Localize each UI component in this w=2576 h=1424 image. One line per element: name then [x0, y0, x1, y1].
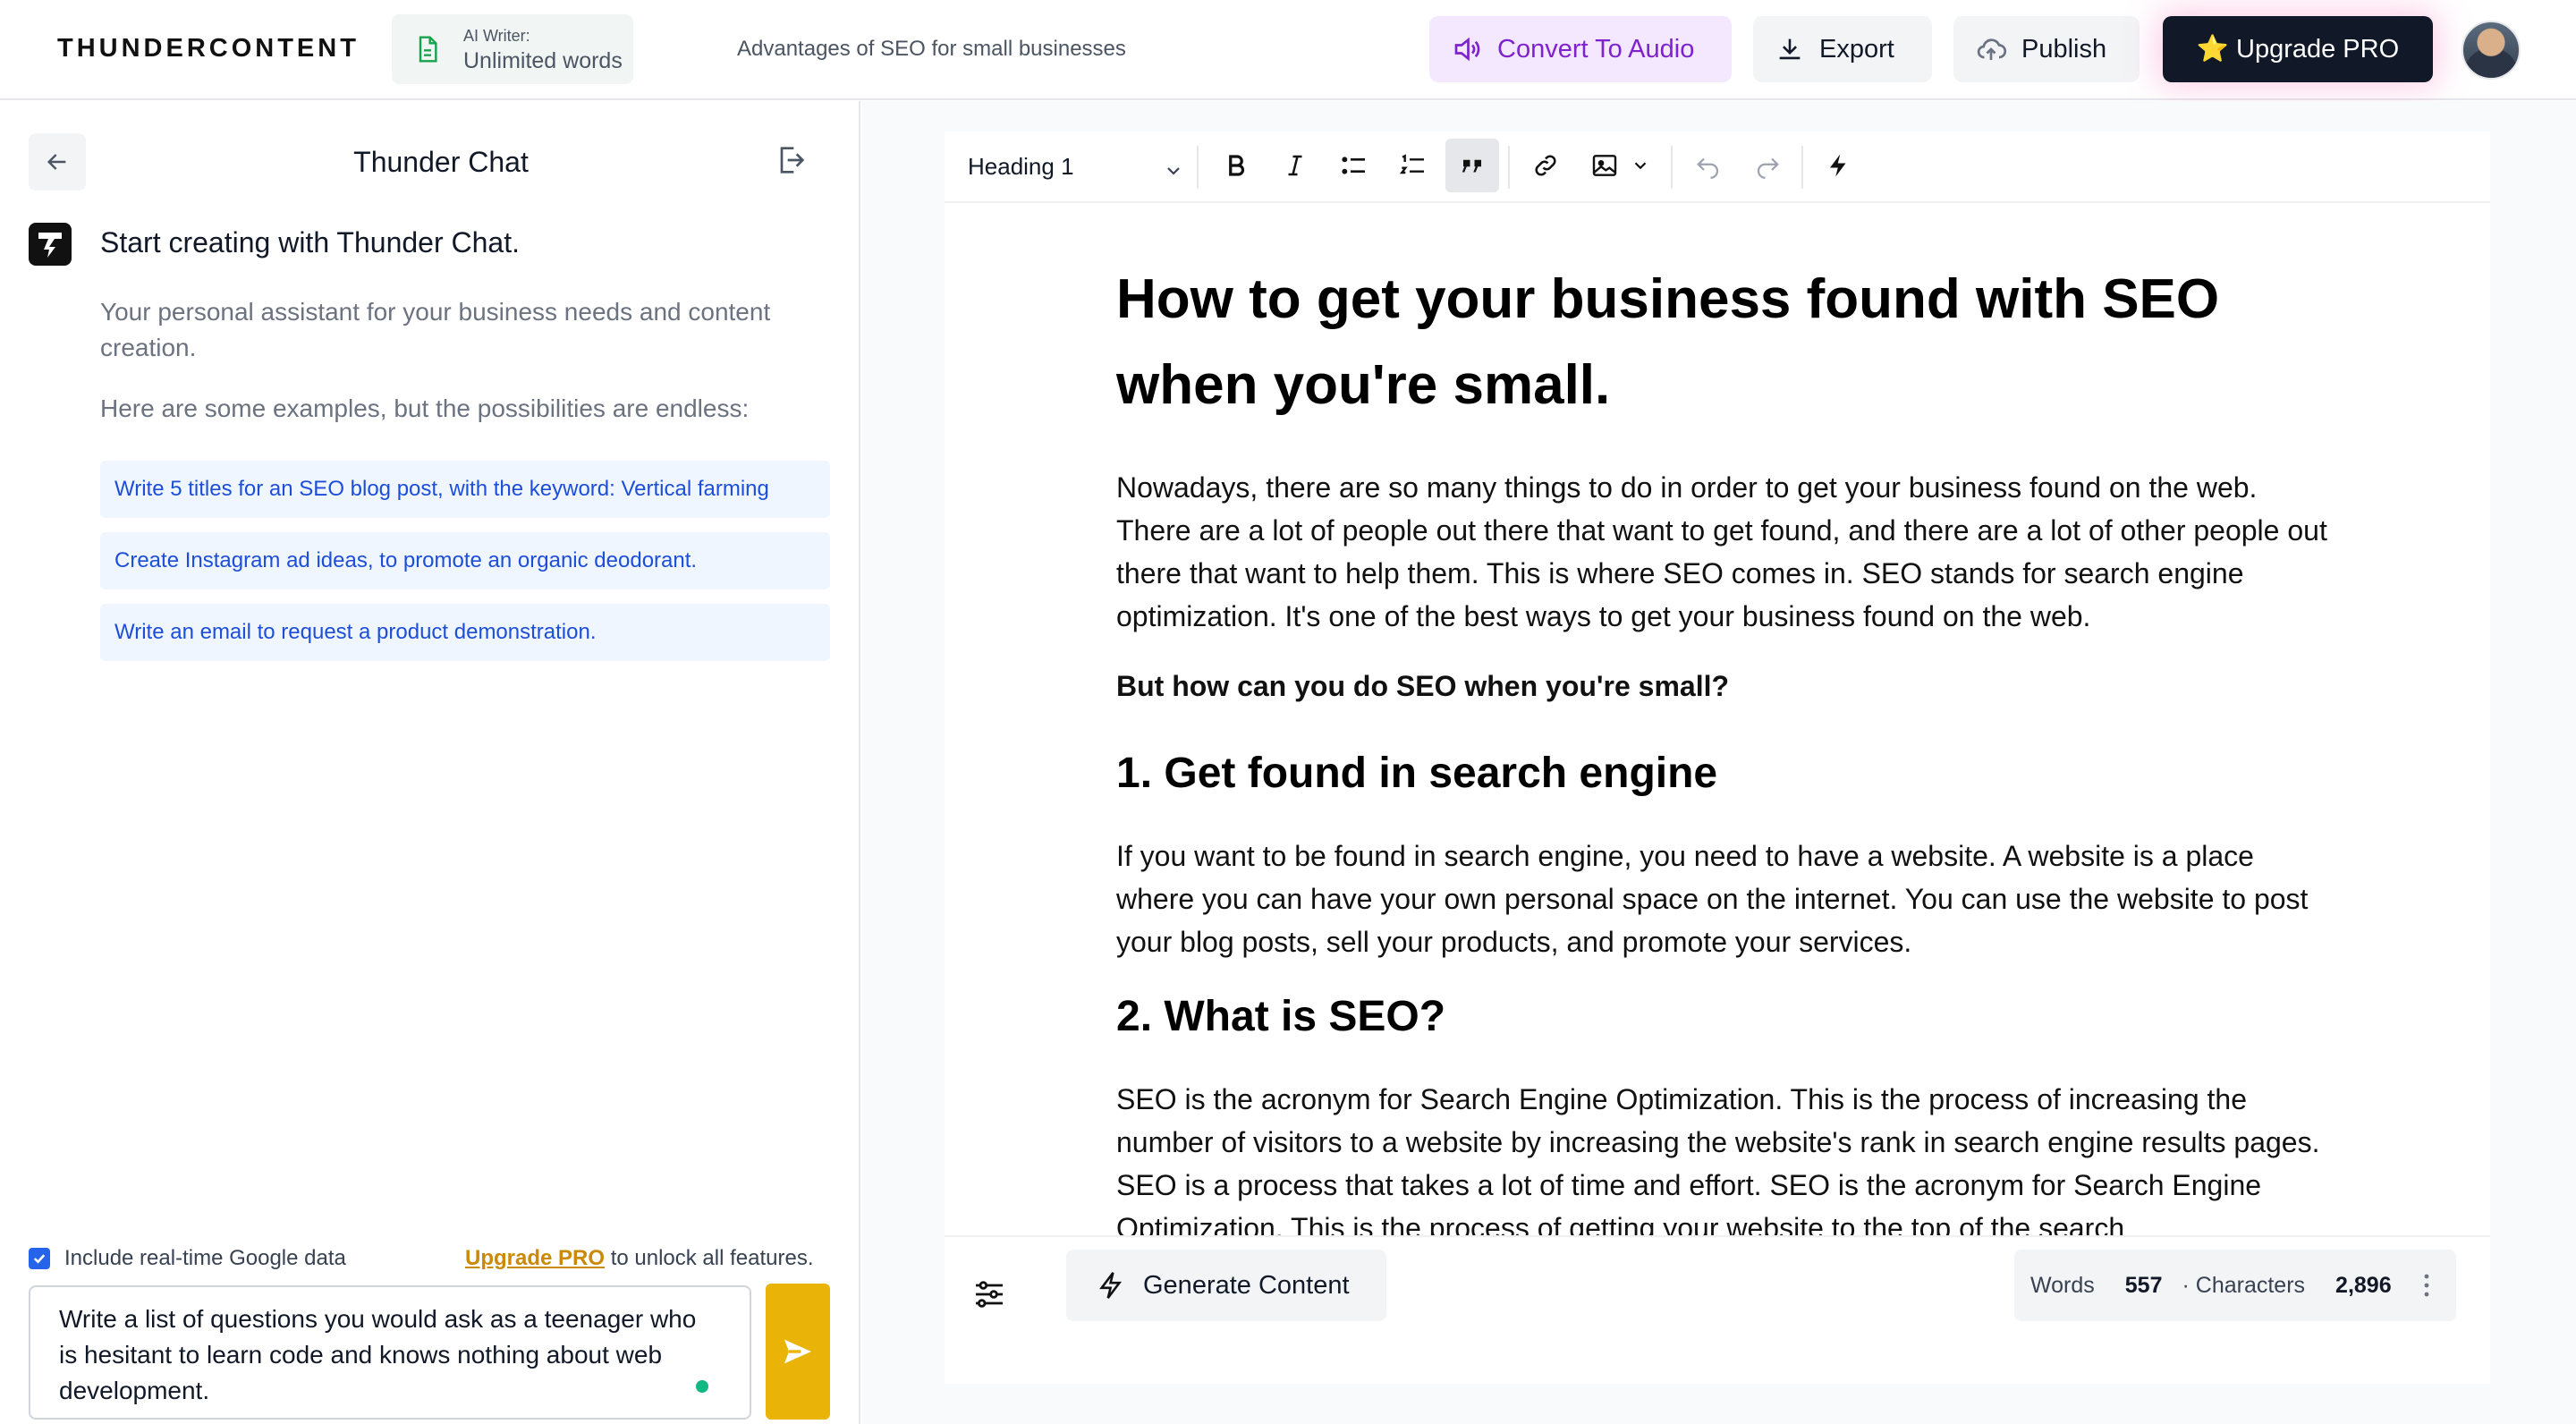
- editor-footer: Generate Content Words 557 · Characters …: [945, 1235, 2490, 1384]
- image-options-dropdown[interactable]: [1624, 139, 1657, 192]
- numbered-list-icon: [1399, 151, 1428, 180]
- download-icon: [1775, 34, 1819, 64]
- heading-select[interactable]: Heading 1: [968, 153, 1074, 181]
- image-button[interactable]: [1578, 139, 1631, 192]
- more-options-icon[interactable]: [2422, 1271, 2431, 1300]
- examples-heading: Here are some examples, but the possibil…: [100, 394, 750, 422]
- ai-assist-button[interactable]: [1812, 139, 1866, 192]
- paragraph[interactable]: Nowadays, there are so many things to do…: [1116, 466, 2333, 638]
- bullet-list-button[interactable]: [1327, 139, 1381, 192]
- publish-label: Publish: [2021, 34, 2107, 64]
- bold-icon: [1223, 152, 1250, 179]
- example-prompt[interactable]: Write 5 titles for an SEO blog post, wit…: [100, 461, 830, 518]
- example-prompt[interactable]: Write an email to request a product demo…: [100, 604, 830, 661]
- chat-description: Your personal assistant for your busines…: [100, 298, 771, 361]
- document-stats: Words 557 · Characters 2,896: [2014, 1250, 2456, 1321]
- section-heading[interactable]: 1. Get found in search engine: [1116, 747, 2333, 801]
- document-content[interactable]: How to get your business found with SEO …: [1116, 257, 2333, 1267]
- upgrade-pro-button[interactable]: ⭐ Upgrade PRO: [2163, 16, 2433, 82]
- section-heading[interactable]: 2. What is SEO?: [1116, 990, 2333, 1044]
- numbered-list-button[interactable]: [1386, 139, 1440, 192]
- quote-icon: [1459, 152, 1486, 179]
- words-count: 557: [2124, 1272, 2163, 1298]
- chat-input[interactable]: Write a list of questions you would ask …: [29, 1285, 751, 1420]
- toolbar-divider: [1197, 146, 1199, 189]
- chevron-down-icon: [1631, 156, 1650, 175]
- document-heading[interactable]: How to get your business found with SEO …: [1116, 257, 2333, 428]
- toolbar-divider: [1671, 146, 1673, 189]
- upgrade-notice: Upgrade PRO to unlock all features.: [465, 1246, 814, 1271]
- send-icon: [780, 1334, 816, 1369]
- thunder-chat-panel: Thunder Chat Start creating with Thunder…: [0, 101, 860, 1424]
- convert-to-audio-label: Convert To Audio: [1497, 34, 1695, 64]
- redo-icon: [1754, 152, 1781, 179]
- upgrade-pro-link[interactable]: Upgrade PRO: [465, 1246, 605, 1270]
- settings-sliders-icon[interactable]: [971, 1276, 1007, 1312]
- generate-content-button[interactable]: Generate Content: [1066, 1250, 1386, 1321]
- ai-writer-value: Unlimited words: [463, 48, 623, 73]
- link-icon: [1532, 152, 1559, 179]
- chevron-down-icon[interactable]: [1163, 160, 1184, 182]
- italic-icon: [1282, 152, 1309, 179]
- link-button[interactable]: [1519, 139, 1572, 192]
- italic-button[interactable]: [1268, 139, 1322, 192]
- exit-panel-icon[interactable]: [773, 142, 809, 178]
- export-label: Export: [1819, 34, 1894, 64]
- blockquote-button[interactable]: [1445, 139, 1499, 192]
- editor-toolbar: Heading 1: [945, 131, 2490, 203]
- thunder-logo-icon: [29, 223, 72, 266]
- include-google-toggle[interactable]: Include real-time Google data: [29, 1246, 346, 1271]
- include-google-checkbox[interactable]: [29, 1248, 50, 1269]
- example-prompt[interactable]: Create Instagram ad ideas, to promote an…: [100, 532, 830, 589]
- characters-count: 2,896: [2335, 1272, 2392, 1298]
- convert-to-audio-button[interactable]: Convert To Audio: [1429, 16, 1732, 82]
- document-editor[interactable]: How to get your business found with SEO …: [945, 203, 2490, 1267]
- lightning-icon: [1097, 1270, 1143, 1301]
- editor-area: Heading 1 How to get your business found…: [862, 101, 2576, 1424]
- cloud-upload-icon: [1975, 33, 2021, 65]
- image-icon: [1590, 151, 1619, 180]
- chat-title: Thunder Chat: [353, 146, 529, 178]
- toolbar-divider: [1801, 146, 1803, 189]
- chat-start-heading: Start creating with Thunder Chat.: [100, 226, 520, 259]
- export-button[interactable]: Export: [1753, 16, 1932, 82]
- document-title[interactable]: Advantages of SEO for small businesses: [737, 37, 1126, 62]
- bold-paragraph[interactable]: But how can you do SEO when you're small…: [1116, 665, 2333, 708]
- speaker-icon: [1451, 33, 1497, 65]
- include-google-label: Include real-time Google data: [64, 1246, 346, 1270]
- undo-icon: [1695, 152, 1722, 179]
- upgrade-notice-text: to unlock all features.: [605, 1246, 814, 1270]
- brand-logo[interactable]: THUNDERCONTENT: [57, 34, 360, 64]
- user-avatar[interactable]: [2462, 21, 2521, 80]
- ai-writer-label: AI Writer:: [463, 27, 530, 45]
- bold-button[interactable]: [1209, 139, 1263, 192]
- characters-label: · Characters: [2182, 1272, 2306, 1298]
- toolbar-divider: [1508, 146, 1510, 189]
- bullet-list-icon: [1340, 151, 1368, 180]
- redo-button[interactable]: [1741, 139, 1794, 192]
- send-button[interactable]: [766, 1284, 830, 1420]
- lightning-icon: [1826, 152, 1852, 179]
- document-icon: [413, 35, 442, 64]
- top-bar: THUNDERCONTENT AI Writer: Unlimited word…: [0, 0, 2576, 100]
- words-label: Words: [2030, 1272, 2095, 1298]
- ai-writer-badge: AI Writer: Unlimited words: [392, 14, 633, 84]
- paragraph[interactable]: If you want to be found in search engine…: [1116, 835, 2333, 963]
- generate-content-label: Generate Content: [1143, 1270, 1350, 1300]
- grammar-status-dot: [696, 1380, 708, 1393]
- undo-button[interactable]: [1682, 139, 1735, 192]
- paragraph[interactable]: SEO is the acronym for Search Engine Opt…: [1116, 1078, 2333, 1250]
- publish-button[interactable]: Publish: [1953, 16, 2140, 82]
